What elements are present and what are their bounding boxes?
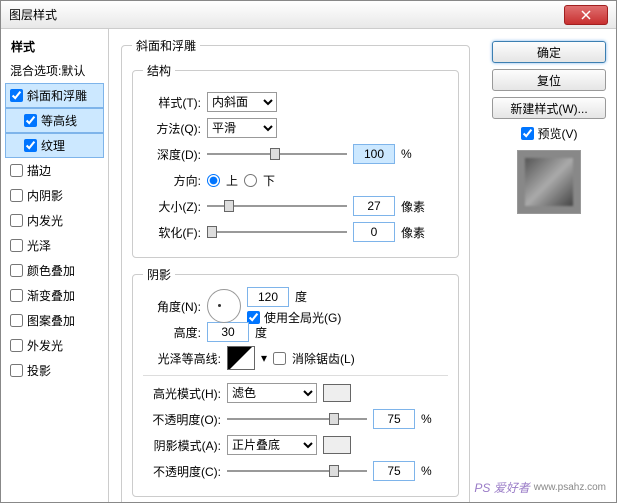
sidebar-item[interactable]: 斜面和浮雕	[5, 83, 104, 108]
sidebar-header: 样式	[5, 35, 104, 58]
antialias-checkbox[interactable]	[273, 352, 286, 365]
shadow-opacity-label: 不透明度(C):	[143, 463, 221, 480]
sidebar-item-checkbox[interactable]	[10, 189, 23, 202]
sidebar-item-checkbox[interactable]	[10, 289, 23, 302]
highlight-opacity-label: 不透明度(O):	[143, 411, 221, 428]
section-title: 斜面和浮雕	[132, 37, 200, 54]
sidebar-item-checkbox[interactable]	[10, 364, 23, 377]
sidebar-item[interactable]: 颜色叠加	[5, 258, 104, 283]
soften-input[interactable]	[353, 222, 395, 242]
sidebar-item-checkbox[interactable]	[10, 264, 23, 277]
size-label: 大小(Z):	[143, 198, 201, 215]
styles-sidebar: 样式 混合选项:默认 斜面和浮雕等高线纹理描边内阴影内发光光泽颜色叠加渐变叠加图…	[1, 29, 109, 502]
close-button[interactable]	[564, 5, 608, 25]
shading-group: 阴影 角度(N): 度 使用全局光(G)	[132, 266, 459, 497]
sidebar-item-label: 投影	[27, 362, 51, 379]
style-select[interactable]: 内斜面	[207, 92, 277, 112]
titlebar[interactable]: 图层样式	[1, 1, 616, 29]
shadow-mode-select[interactable]: 正片叠底	[227, 435, 317, 455]
sidebar-item-label: 纹理	[41, 137, 65, 154]
sidebar-item[interactable]: 投影	[5, 358, 104, 383]
close-icon	[581, 10, 591, 20]
sidebar-item[interactable]: 内发光	[5, 208, 104, 233]
right-panel: 确定 复位 新建样式(W)... 预览(V)	[482, 29, 616, 502]
altitude-label: 高度:	[143, 324, 201, 341]
sidebar-item[interactable]: 纹理	[5, 133, 104, 158]
soften-slider[interactable]	[207, 223, 347, 241]
direction-down-radio[interactable]	[244, 174, 257, 187]
sidebar-item-checkbox[interactable]	[10, 164, 23, 177]
depth-input[interactable]	[353, 144, 395, 164]
watermark: PS 爱好者 www.psahz.com	[474, 479, 606, 496]
angle-label: 角度(N):	[143, 298, 201, 315]
depth-slider[interactable]	[207, 145, 347, 163]
highlight-opacity-slider[interactable]	[227, 410, 367, 428]
soften-label: 软化(F):	[143, 224, 201, 241]
angle-control[interactable]	[207, 289, 241, 323]
new-style-button[interactable]: 新建样式(W)...	[492, 97, 606, 119]
sidebar-item-checkbox[interactable]	[10, 239, 23, 252]
sidebar-item[interactable]: 渐变叠加	[5, 283, 104, 308]
highlight-color-swatch[interactable]	[323, 384, 351, 402]
sidebar-item-checkbox[interactable]	[24, 114, 37, 127]
shadow-opacity-slider[interactable]	[227, 462, 367, 480]
sidebar-item-label: 颜色叠加	[27, 262, 75, 279]
sidebar-item-checkbox[interactable]	[24, 139, 37, 152]
sidebar-item-checkbox[interactable]	[10, 339, 23, 352]
main-panel: 斜面和浮雕 结构 样式(T): 内斜面 方法(Q): 平滑 深度(D):	[109, 29, 482, 502]
sidebar-item-checkbox[interactable]	[10, 89, 23, 102]
preview-checkbox[interactable]	[521, 127, 534, 140]
shadow-opacity-input[interactable]	[373, 461, 415, 481]
sidebar-item-checkbox[interactable]	[10, 214, 23, 227]
dialog-title: 图层样式	[9, 6, 564, 23]
preview-thumbnail	[517, 150, 581, 214]
sidebar-item-checkbox[interactable]	[10, 314, 23, 327]
direction-label: 方向:	[143, 172, 201, 189]
gloss-label: 光泽等高线:	[143, 350, 221, 367]
sidebar-item-label: 外发光	[27, 337, 63, 354]
sidebar-item-label: 描边	[27, 162, 51, 179]
highlight-mode-label: 高光模式(H):	[143, 385, 221, 402]
sidebar-item-label: 图案叠加	[27, 312, 75, 329]
sidebar-blend-options[interactable]: 混合选项:默认	[5, 58, 104, 83]
method-label: 方法(Q):	[143, 120, 201, 137]
ok-button[interactable]: 确定	[492, 41, 606, 63]
altitude-input[interactable]	[207, 322, 249, 342]
sidebar-item[interactable]: 图案叠加	[5, 308, 104, 333]
method-select[interactable]: 平滑	[207, 118, 277, 138]
sidebar-item-label: 等高线	[41, 112, 77, 129]
sidebar-item[interactable]: 外发光	[5, 333, 104, 358]
sidebar-item-label: 渐变叠加	[27, 287, 75, 304]
sidebar-item-label: 光泽	[27, 237, 51, 254]
depth-label: 深度(D):	[143, 146, 201, 163]
gloss-contour-picker[interactable]	[227, 346, 255, 370]
style-label: 样式(T):	[143, 94, 201, 111]
sidebar-item-label: 斜面和浮雕	[27, 87, 87, 104]
bevel-section: 斜面和浮雕 结构 样式(T): 内斜面 方法(Q): 平滑 深度(D):	[121, 37, 470, 502]
sidebar-item-label: 内发光	[27, 212, 63, 229]
chevron-down-icon[interactable]: ▾	[261, 351, 267, 365]
direction-up-radio[interactable]	[207, 174, 220, 187]
sidebar-item[interactable]: 描边	[5, 158, 104, 183]
shadow-color-swatch[interactable]	[323, 436, 351, 454]
sidebar-item[interactable]: 等高线	[5, 108, 104, 133]
cancel-button[interactable]: 复位	[492, 69, 606, 91]
size-input[interactable]	[353, 196, 395, 216]
angle-input[interactable]	[247, 287, 289, 307]
highlight-mode-select[interactable]: 滤色	[227, 383, 317, 403]
highlight-opacity-input[interactable]	[373, 409, 415, 429]
watermark-brand: PS 爱好者	[474, 479, 529, 496]
sidebar-item[interactable]: 内阴影	[5, 183, 104, 208]
sidebar-item-label: 内阴影	[27, 187, 63, 204]
watermark-url: www.psahz.com	[534, 482, 606, 493]
size-slider[interactable]	[207, 197, 347, 215]
layer-style-dialog: 图层样式 样式 混合选项:默认 斜面和浮雕等高线纹理描边内阴影内发光光泽颜色叠加…	[0, 0, 617, 503]
shadow-mode-label: 阴影模式(A):	[143, 437, 221, 454]
structure-group: 结构 样式(T): 内斜面 方法(Q): 平滑 深度(D): %	[132, 62, 459, 258]
sidebar-item[interactable]: 光泽	[5, 233, 104, 258]
